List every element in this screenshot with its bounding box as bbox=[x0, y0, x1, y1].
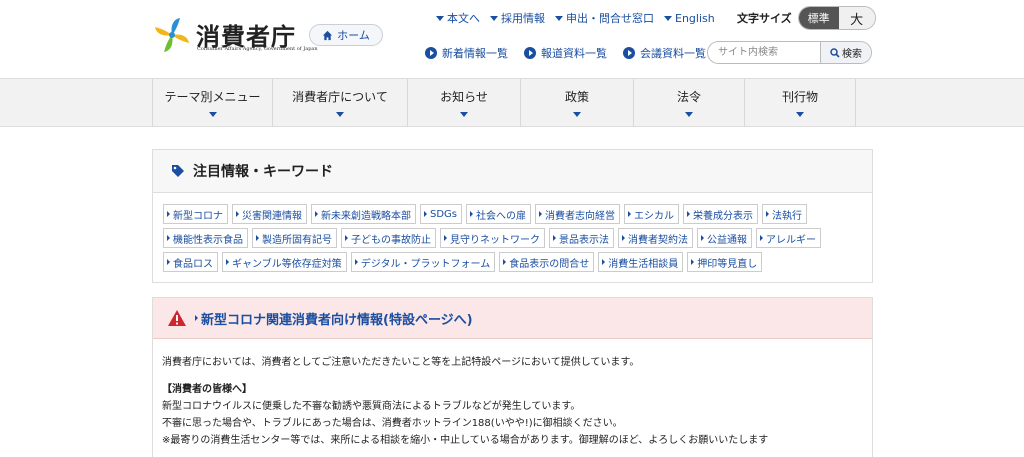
top-links: 本文へ 採用情報 申出・問合せ窓口 English bbox=[436, 10, 715, 26]
nav-item-publications[interactable]: 刊行物 bbox=[744, 79, 856, 126]
keyword-tag[interactable]: 食品表示の問合せ bbox=[499, 252, 595, 272]
keyword-tag[interactable]: 災害関連情報 bbox=[232, 204, 307, 224]
corona-body: 消費者庁においては、消費者としてご注意いただきたいこと等を上記特設ページにおいて… bbox=[153, 339, 872, 449]
keyword-tag[interactable]: 見守りネットワーク bbox=[440, 228, 545, 248]
keyword-tag[interactable]: 栄養成分表示 bbox=[683, 204, 759, 224]
logo-emblem-icon bbox=[155, 18, 189, 52]
home-label: ホーム bbox=[337, 29, 370, 42]
skip-to-content-link[interactable]: 本文へ bbox=[436, 10, 480, 26]
keywords-title: 注目情報・キーワード bbox=[193, 164, 333, 180]
home-icon bbox=[323, 30, 333, 40]
meeting-list-link[interactable]: 会議資料一覧 bbox=[623, 45, 706, 61]
site-header: 消費者庁 Consumer Affairs Agency, Government… bbox=[0, 0, 1024, 78]
arrow-circle-icon bbox=[524, 47, 536, 59]
nav-item-about[interactable]: 消費者庁について bbox=[272, 79, 407, 126]
press-list-link[interactable]: 報道資料一覧 bbox=[524, 45, 607, 61]
site-search: 検索 bbox=[707, 41, 872, 64]
font-size-switcher: 文字サイズ 標準 大 bbox=[737, 6, 876, 30]
news-list-link[interactable]: 新着情報一覧 bbox=[425, 45, 508, 61]
keyword-tag[interactable]: ギャンブル等依存症対策 bbox=[222, 252, 347, 272]
warning-icon bbox=[168, 310, 186, 326]
keyword-tag[interactable]: 押印等見直し bbox=[687, 252, 763, 272]
site-logo[interactable]: 消費者庁 Consumer Affairs Agency, Government… bbox=[152, 15, 318, 57]
nav-label: 政策 bbox=[564, 90, 589, 104]
nav-label: 消費者庁について bbox=[292, 90, 388, 104]
nav-label: 法令 bbox=[676, 90, 701, 104]
font-size-label: 文字サイズ bbox=[737, 12, 792, 25]
link-label: 会議資料一覧 bbox=[640, 47, 706, 60]
keyword-tag[interactable]: SDGs bbox=[420, 204, 463, 224]
corona-line: ※最寄りの消費生活センター等では、来所による相談を縮小・中止している場合がありま… bbox=[162, 435, 769, 446]
search-button-label: 検索 bbox=[842, 49, 862, 60]
nav-label: お知らせ bbox=[440, 90, 488, 104]
keyword-tag[interactable]: 法執行 bbox=[762, 204, 808, 224]
keyword-tag[interactable]: 機能性表示食品 bbox=[163, 228, 248, 248]
chevron-down-icon bbox=[208, 112, 217, 117]
corona-line: 不審に思った場合や、トラブルにあった場合は、消費者ホットライン188(いやや!)… bbox=[162, 418, 623, 429]
chevron-down-icon bbox=[685, 112, 693, 117]
link-label: English bbox=[675, 11, 715, 25]
search-icon bbox=[830, 47, 840, 58]
corona-line: 新型コロナウイルスに便乗した不審な勧誘や悪質商法によるトラブルなどが発生していま… bbox=[162, 401, 581, 412]
keyword-tag[interactable]: 新未来創造戦略本部 bbox=[311, 204, 416, 224]
chevron-down-icon bbox=[796, 112, 804, 117]
arrow-circle-icon bbox=[623, 47, 635, 59]
link-label: 報道資料一覧 bbox=[541, 47, 607, 60]
chevron-down-icon bbox=[573, 112, 581, 117]
chevron-down-icon bbox=[336, 112, 344, 117]
home-button[interactable]: ホーム bbox=[309, 24, 383, 46]
keyword-tag[interactable]: 消費者契約法 bbox=[618, 228, 693, 248]
keyword-tag[interactable]: 食品ロス bbox=[163, 252, 218, 272]
font-size-buttons: 標準 大 bbox=[797, 6, 876, 30]
corona-special-page-link[interactable]: 新型コロナ関連消費者向け情報(特設ページへ) bbox=[195, 309, 473, 328]
nav-label: テーマ別メニュー bbox=[164, 90, 261, 104]
font-size-large-button[interactable]: 大 bbox=[838, 7, 875, 29]
nav-item-policy[interactable]: 政策 bbox=[520, 79, 633, 126]
link-label: 採用情報 bbox=[501, 12, 545, 25]
search-button[interactable]: 検索 bbox=[820, 42, 871, 63]
chevron-down-icon bbox=[460, 112, 468, 117]
logo-subtitle: Consumer Affairs Agency, Government of J… bbox=[197, 46, 318, 52]
nav-item-theme-menu[interactable]: テーマ別メニュー bbox=[152, 79, 272, 126]
english-link[interactable]: English bbox=[664, 10, 715, 26]
nav-item-laws[interactable]: 法令 bbox=[633, 79, 744, 126]
keyword-tag[interactable]: 新型コロナ bbox=[163, 204, 228, 224]
triangle-down-icon bbox=[664, 15, 672, 21]
arrow-circle-icon bbox=[425, 47, 437, 59]
nav-item-news[interactable]: お知らせ bbox=[407, 79, 520, 126]
keyword-tag[interactable]: エシカル bbox=[624, 204, 680, 224]
keyword-tag[interactable]: アレルギー bbox=[756, 228, 821, 248]
font-size-standard-button[interactable]: 標準 bbox=[798, 7, 839, 29]
keyword-tag[interactable]: 製造所固有記号 bbox=[252, 228, 337, 248]
keyword-tag[interactable]: デジタル・プラットフォーム bbox=[350, 252, 496, 272]
contact-link[interactable]: 申出・問合せ窓口 bbox=[555, 10, 654, 26]
corona-intro: 消費者庁においては、消費者としてご注意いただきたいこと等を上記特設ページにおいて… bbox=[162, 357, 640, 368]
tag-icon bbox=[172, 165, 184, 177]
keyword-tag[interactable]: 消費者志向経営 bbox=[535, 204, 621, 224]
keyword-tags: 新型コロナ 災害関連情報 新未来創造戦略本部 SDGs 社会への扉 消費者志向経営 エシカル… bbox=[153, 193, 872, 272]
nav-label: 刊行物 bbox=[781, 90, 818, 104]
keywords-header: 注目情報・キーワード bbox=[153, 150, 872, 193]
keyword-tag[interactable]: 景品表示法 bbox=[549, 228, 614, 248]
triangle-down-icon bbox=[436, 15, 444, 21]
corona-panel: 新型コロナ関連消費者向け情報(特設ページへ) 消費者庁においては、消費者としてご… bbox=[152, 297, 873, 457]
triangle-down-icon bbox=[555, 15, 563, 21]
search-input[interactable] bbox=[708, 42, 820, 63]
link-label: 新着情報一覧 bbox=[442, 47, 508, 60]
keyword-tag[interactable]: 社会への扉 bbox=[466, 204, 532, 224]
keywords-panel: 注目情報・キーワード 新型コロナ 災害関連情報 新未来創造戦略本部 SDGs 社会への扉… bbox=[152, 149, 873, 283]
global-nav: テーマ別メニュー 消費者庁について お知らせ 政策 法令 刊行物 bbox=[0, 78, 1024, 127]
corona-heading: 【消費者の皆様へ】 bbox=[162, 384, 252, 395]
recruit-link[interactable]: 採用情報 bbox=[490, 10, 545, 26]
corona-header: 新型コロナ関連消費者向け情報(特設ページへ) bbox=[153, 298, 872, 339]
keyword-tag[interactable]: 子どもの事故防止 bbox=[341, 228, 436, 248]
sub-links: 新着情報一覧 報道資料一覧 会議資料一覧 bbox=[425, 45, 706, 61]
link-label: 本文へ bbox=[447, 12, 480, 25]
keyword-tag[interactable]: 消費生活相談員 bbox=[598, 252, 684, 272]
keyword-tag[interactable]: 公益通報 bbox=[697, 228, 752, 248]
link-label: 申出・問合せ窓口 bbox=[566, 12, 654, 25]
triangle-down-icon bbox=[490, 15, 498, 21]
